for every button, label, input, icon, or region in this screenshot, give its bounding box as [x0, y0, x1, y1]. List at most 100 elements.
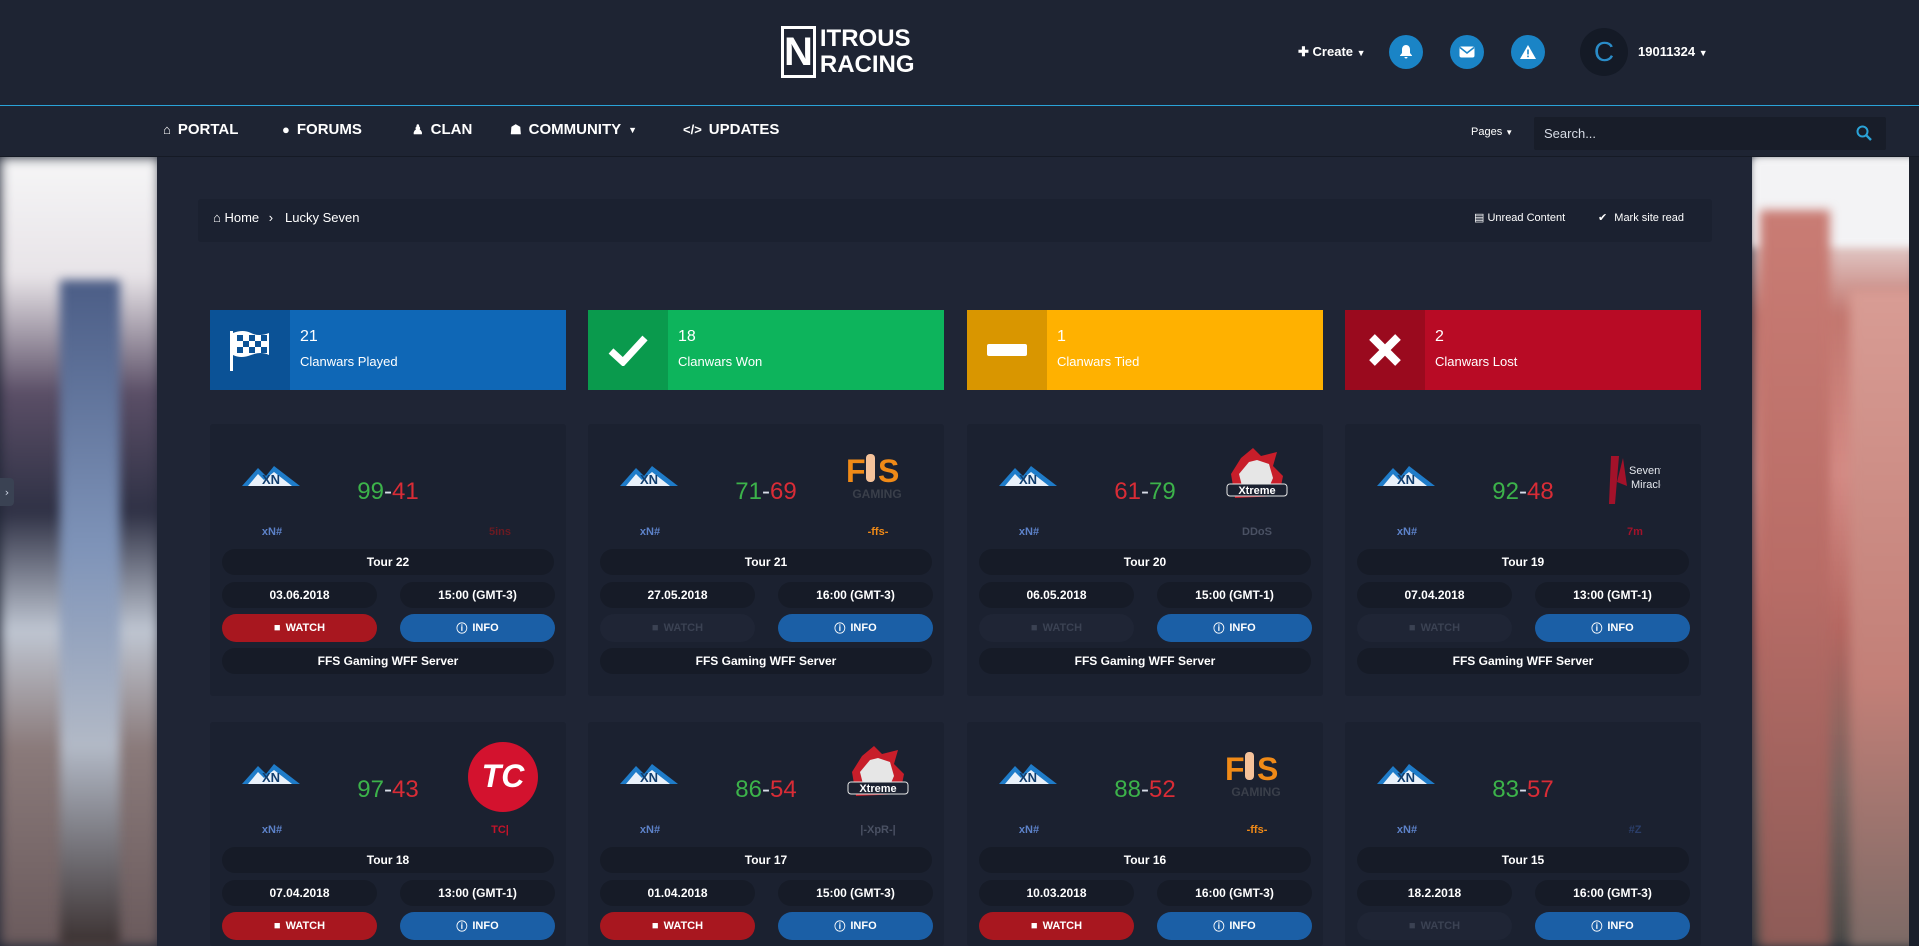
match-card: XN 99-41 xN# 5ins Tour 22 03.06.2018 15:00 (GM… — [210, 424, 566, 696]
watch-button[interactable]: ■ WATCH — [600, 614, 755, 642]
home-team-logo: XN — [618, 762, 680, 786]
watch-button[interactable]: ■ WATCH — [1357, 912, 1512, 940]
home-team-tag: xN# — [1018, 824, 1040, 836]
background-left-building — [60, 280, 120, 946]
match-score: 61-79 — [1114, 478, 1176, 505]
stat-value: 21 — [300, 328, 318, 345]
away-team-logo: F S GAMING — [1223, 750, 1289, 805]
away-score: 57 — [1527, 776, 1554, 803]
info-button[interactable]: ⓘ INFO — [778, 912, 933, 940]
server-name: FFS Gaming WFF Server — [979, 648, 1311, 674]
tour-label: Tour 16 — [979, 847, 1311, 873]
nav-item-community[interactable]: ☗ COMMUNITY ▼ — [510, 121, 637, 138]
reports-button[interactable] — [1511, 35, 1545, 69]
match-score: 97-43 — [357, 776, 419, 803]
match-score: 83-57 — [1492, 776, 1554, 803]
svg-text:XN: XN — [640, 472, 658, 487]
user-menu[interactable]: 19011324 ▼ — [1638, 44, 1708, 59]
create-button[interactable]: ✚ Create ▼ — [1298, 44, 1366, 60]
watch-button[interactable]: ■ WATCH — [222, 912, 377, 940]
stat-label: Clanwars Lost — [1435, 354, 1518, 369]
home-team-logo: XN — [240, 464, 302, 488]
match-card: XN 83-57 xN# #Z Tour 15 18.2.2018 16:00 (GMT-3… — [1345, 722, 1701, 946]
stat-label: Clanwars Played — [300, 354, 398, 369]
tour-label: Tour 18 — [222, 847, 554, 873]
away-team-logo: Seventh Miracle — [1607, 452, 1669, 513]
away-score: 41 — [392, 478, 419, 505]
info-circle-icon: ⓘ — [834, 921, 846, 933]
unread-content-link[interactable]: ▤ Unread Content — [1474, 211, 1565, 224]
info-button[interactable]: ⓘ INFO — [400, 912, 555, 940]
info-button[interactable]: ⓘ INFO — [778, 614, 933, 642]
nav-item-clan[interactable]: ♟ CLAN — [412, 121, 472, 138]
home-team-logo: XN — [240, 762, 302, 786]
tour-label: Tour 20 — [979, 549, 1311, 575]
info-button[interactable]: ⓘ INFO — [1157, 614, 1312, 642]
svg-text:XN: XN — [1397, 472, 1415, 487]
match-date: 18.2.2018 — [1357, 880, 1512, 906]
info-circle-icon: ⓘ — [456, 921, 468, 933]
watch-button[interactable]: ■ WATCH — [600, 912, 755, 940]
scrollbar-track[interactable] — [1909, 420, 1919, 946]
search-icon[interactable] — [1856, 125, 1872, 141]
stat-label: Clanwars Tied — [1057, 354, 1140, 369]
bell-icon — [1400, 45, 1412, 59]
svg-text:Miracle: Miracle — [1631, 479, 1661, 491]
info-button[interactable]: ⓘ INFO — [1157, 912, 1312, 940]
away-team-logo: Xtreme — [1221, 444, 1293, 515]
nav-item-forums[interactable]: ● FORUMS — [282, 121, 362, 138]
site-logo[interactable]: N ITROUS RACING — [781, 24, 915, 80]
caret-down-icon: ▼ — [1356, 48, 1366, 58]
match-card: XN 71-69 F S GAMING xN# -ffs- Tour 21 27.05.2018… — [588, 424, 944, 696]
pages-dropdown[interactable]: Pages ▼ — [1471, 126, 1513, 138]
watch-button[interactable]: ■ WATCH — [1357, 614, 1512, 642]
avatar[interactable]: C — [1580, 28, 1628, 76]
info-button[interactable]: ⓘ INFO — [1535, 614, 1690, 642]
away-score: 48 — [1527, 478, 1554, 505]
match-score: 86-54 — [735, 776, 797, 803]
messages-button[interactable] — [1450, 35, 1484, 69]
info-button[interactable]: ⓘ INFO — [400, 614, 555, 642]
video-camera-icon: ■ — [1408, 622, 1416, 634]
mark-site-read-link[interactable]: ✔ Mark site read — [1598, 211, 1684, 224]
match-date: 10.03.2018 — [979, 880, 1134, 906]
away-score: 69 — [770, 478, 797, 505]
notifications-button[interactable] — [1389, 35, 1423, 69]
watch-button[interactable]: ■ WATCH — [979, 912, 1134, 940]
users-icon: ☗ — [510, 121, 522, 137]
home-score: 86 — [735, 776, 762, 803]
watch-button[interactable]: ■ WATCH — [222, 614, 377, 642]
breadcrumb-current: Lucky Seven — [285, 210, 360, 225]
server-name: FFS Gaming WFF Server — [1357, 648, 1689, 674]
info-button[interactable]: ⓘ INFO — [1535, 912, 1690, 940]
away-team-logo: TC — [468, 742, 538, 817]
svg-text:Seventh: Seventh — [1629, 465, 1661, 477]
match-card: XN 61-79 Xtreme xN# DDoS Tour 20 06.05.2018 15:… — [967, 424, 1323, 696]
search-input[interactable] — [1544, 126, 1844, 141]
home-score: 99 — [357, 478, 384, 505]
home-team-logo: XN — [997, 464, 1059, 488]
close-icon — [1369, 334, 1401, 366]
match-score: 99-41 — [357, 478, 419, 505]
watch-button[interactable]: ■ WATCH — [979, 614, 1134, 642]
envelope-icon — [1459, 46, 1475, 58]
search-box[interactable] — [1534, 117, 1886, 150]
logo-text-line1: ITROUS — [819, 25, 911, 52]
sidebar-toggle-button[interactable]: › — [0, 478, 14, 506]
logo-text-line2: RACING — [819, 51, 915, 78]
svg-text:XN: XN — [1019, 770, 1037, 785]
video-camera-icon: ■ — [651, 920, 659, 932]
home-team-logo: XN — [997, 762, 1059, 786]
nav-item-updates[interactable]: </> UPDATES — [683, 121, 779, 138]
video-camera-icon: ■ — [273, 622, 281, 634]
nav-item-portal[interactable]: ⌂ PORTAL — [163, 121, 238, 138]
match-date: 01.04.2018 — [600, 880, 755, 906]
info-circle-icon: ⓘ — [1591, 623, 1603, 635]
breadcrumb-home[interactable]: ⌂ Home › — [213, 210, 279, 225]
match-time: 15:00 (GMT-3) — [400, 582, 555, 608]
home-team-tag: xN# — [261, 526, 283, 538]
stat-tied: 1 Clanwars Tied — [967, 310, 1323, 390]
tour-label: Tour 21 — [600, 549, 932, 575]
svg-text:GAMING: GAMING — [852, 487, 901, 501]
svg-text:XN: XN — [640, 770, 658, 785]
